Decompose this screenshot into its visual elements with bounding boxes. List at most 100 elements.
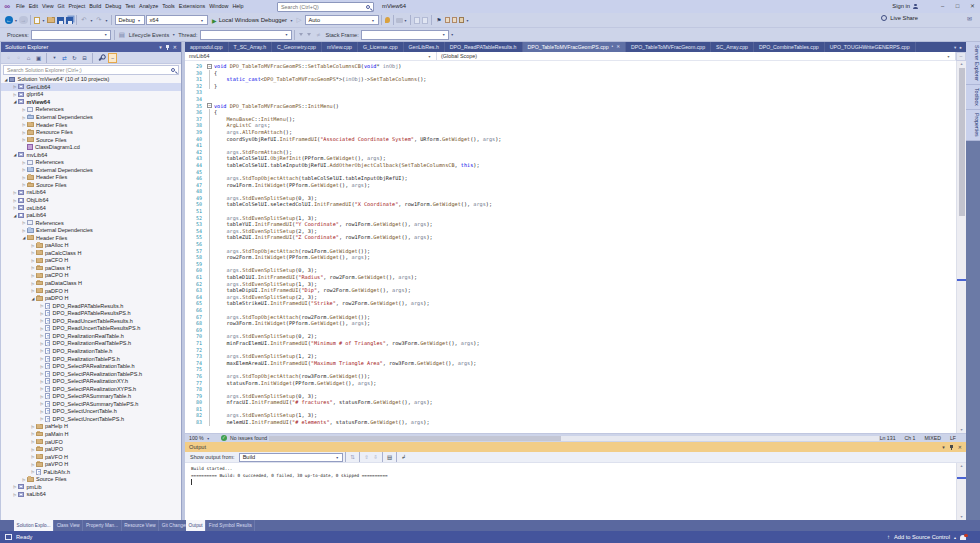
tool-window-tab-properties[interactable]: Properties <box>966 110 980 141</box>
editor-tab[interactable]: DPO_TableToMVFracGeomPS.cpp•✕ <box>523 42 626 52</box>
tree-item[interactable]: ClassDiagram1.cd <box>1 143 181 151</box>
output-log[interactable]: Build started...========== Build: 0 succ… <box>185 463 956 520</box>
add-to-source-control-button[interactable]: Add to Source Control <box>894 534 950 540</box>
next-bookmark-icon[interactable] <box>452 17 457 23</box>
feedback-icon[interactable]: ✉ <box>967 15 972 22</box>
tree-item[interactable]: ▷DPO_RealizationTable.h <box>1 347 181 355</box>
menu-tools[interactable]: Tools <box>160 0 177 13</box>
lifecycle-events-icon[interactable]: ▤ <box>117 30 126 40</box>
bookmark-window-icon[interactable] <box>459 17 464 23</box>
tree-item[interactable]: ▷DPO_SelectPARealizationTablePS.h <box>1 370 181 378</box>
editor-tab[interactable]: C_Geometry.cpp <box>272 42 322 52</box>
tree-item[interactable]: ◢paDPO H <box>1 294 181 302</box>
output-vertical-scrollbar[interactable]: ▲ ▼ <box>956 463 966 520</box>
tree-item[interactable]: ▷paVPO H <box>1 460 181 468</box>
pending-changes-filter-icon[interactable]: ▼ <box>50 53 59 63</box>
tree-item[interactable]: ▷osLib64 <box>1 204 181 212</box>
home-icon[interactable]: ⌂ <box>24 53 33 63</box>
editor-tab[interactable]: GenLibRes.h <box>404 42 445 52</box>
tree-item[interactable]: ▷External Dependencies <box>1 226 181 234</box>
menu-project[interactable]: Project <box>66 0 87 13</box>
hot-reload-icon[interactable] <box>385 17 391 24</box>
refresh-icon[interactable]: ↻ <box>70 53 79 63</box>
scroll-up-icon[interactable]: ▲ <box>957 62 966 66</box>
sync-documents-icon[interactable] <box>414 17 420 24</box>
tree-item[interactable]: ▷pmLib <box>1 483 181 491</box>
switch-views-icon[interactable]: ▣ <box>34 53 43 63</box>
open-containing-folder-icon[interactable] <box>422 17 428 24</box>
navigate-forward-icon[interactable]: → <box>19 16 28 25</box>
filter-threads-icon[interactable] <box>299 33 303 36</box>
tree-item[interactable]: ▷paMain H <box>1 430 181 438</box>
filter-flagged-icon[interactable] <box>307 33 311 36</box>
tree-item[interactable]: ▷ObjLib64 <box>1 196 181 204</box>
stack-frames-icon[interactable]: ≠ <box>314 30 323 40</box>
tree-item[interactable]: ▷DPO_ReadUncertTableResultsPS.h <box>1 325 181 333</box>
tree-item[interactable]: ▷paAlloc H <box>1 242 181 250</box>
tree-item[interactable]: ▷DPO_SelectPARealizationXY.h <box>1 377 181 385</box>
tool-window-tab-server-explorer[interactable]: Server Explorer <box>966 42 980 85</box>
properties-icon[interactable] <box>98 54 104 60</box>
forward-icon[interactable]: ○ <box>14 53 23 63</box>
menu-view[interactable]: View <box>40 0 56 13</box>
editor-horizontal-scrollbar[interactable] <box>269 436 879 441</box>
scrollbar-thumb[interactable] <box>269 436 561 441</box>
tree-item[interactable]: ▷DPO_SelectPARealizationXYPS.h <box>1 385 181 393</box>
configuration-dropdown[interactable]: Debug▾ <box>115 15 145 25</box>
dropdown-caret-icon[interactable]: ▾ <box>289 18 294 23</box>
tree-item[interactable]: ▷Source Files <box>1 475 181 483</box>
menu-window[interactable]: Window <box>207 0 230 13</box>
editor-tab[interactable]: G_License.cpp <box>358 42 404 52</box>
pin-icon[interactable] <box>166 45 169 50</box>
pin-icon[interactable] <box>950 445 953 450</box>
thread-dropdown[interactable]: ▾ <box>200 30 292 40</box>
tree-item[interactable]: ▷saLib64 <box>1 491 181 499</box>
tree-item[interactable]: ▷paUPO <box>1 445 181 453</box>
editor-vertical-scrollbar[interactable]: ▲ ▼ <box>956 61 966 433</box>
tree-item[interactable]: ▷Resource Files <box>1 128 181 136</box>
tree-item[interactable]: ▷References <box>1 159 181 167</box>
menu-edit[interactable]: Edit <box>27 0 40 13</box>
notifications-bell-icon[interactable] <box>960 535 966 540</box>
menu-test[interactable]: Test <box>123 0 137 13</box>
issues-status[interactable]: No issues found <box>230 435 267 441</box>
tree-item[interactable]: ▷External Dependencies <box>1 166 181 174</box>
watch-dropdown[interactable]: Auto▾ <box>305 15 379 25</box>
zoom-dropdown[interactable]: 100 %▾ <box>187 434 215 442</box>
tree-item[interactable]: ◢mvLib64 <box>1 151 181 159</box>
scroll-up-icon[interactable]: ▲ <box>957 464 966 468</box>
menu-debug[interactable]: Debug <box>103 0 123 13</box>
tree-item[interactable]: ◢Solution 'mView64' (10 of 10 projects) <box>1 76 181 84</box>
tree-item[interactable]: ▷DPO_SelectPASummaryTable.h <box>1 392 181 400</box>
sign-in-button[interactable]: Sign in <box>892 0 918 13</box>
dropdown-caret-icon[interactable]: ▾ <box>403 18 408 23</box>
bookmark-icon[interactable]: ⚑ <box>435 15 444 25</box>
lifecycle-events-button[interactable]: Lifecycle Events <box>129 32 169 38</box>
dropdown-caret-icon[interactable]: ▾ <box>89 18 94 23</box>
scroll-down-icon[interactable]: ▼ <box>957 515 966 519</box>
tree-item[interactable]: ▷DPO_RealizationRealTable.h <box>1 332 181 340</box>
panel-tab-solution-explo-[interactable]: Solution Explo... <box>14 520 54 531</box>
tree-item[interactable]: ▷External Dependencies <box>1 113 181 121</box>
tree-item[interactable]: ▷GenLib64 <box>1 83 181 91</box>
tool-window-tab-toolbox[interactable]: Toolbox <box>966 85 980 110</box>
clear-all-icon[interactable]: ▤ <box>385 452 394 462</box>
start-debug-button[interactable]: ▶Local Windows Debugger <box>212 17 287 24</box>
tree-item[interactable]: ▷paDataClass H <box>1 279 181 287</box>
save-icon[interactable] <box>57 17 64 24</box>
menu-git[interactable]: Git <box>56 0 67 13</box>
stack-frame-dropdown[interactable]: ▾ <box>361 30 449 40</box>
editor-tab[interactable]: DPO_ReadPATableResults.h <box>445 42 523 52</box>
dropdown-caret-icon[interactable]: ▾ <box>450 32 455 37</box>
breadcrumb-scope-dropdown[interactable]: (Global Scope)▾ <box>437 52 956 60</box>
close-icon[interactable]: ✕ <box>958 444 962 450</box>
live-share-button[interactable]: Live Share <box>880 15 918 21</box>
panel-tab-resource-view[interactable]: Resource View <box>122 520 160 531</box>
window-position-icon[interactable]: ▾ <box>159 44 162 50</box>
panel-tab-find-symbol-results[interactable]: Find Symbol Results <box>206 520 255 531</box>
open-folder-icon[interactable] <box>47 17 55 23</box>
preview-selected-items-toggle[interactable]: − <box>108 53 117 63</box>
tree-item[interactable]: ◢paLib64 <box>1 211 181 219</box>
menu-file[interactable]: File <box>14 0 27 13</box>
editor-tab[interactable]: T_SC_Array.h <box>229 42 272 52</box>
